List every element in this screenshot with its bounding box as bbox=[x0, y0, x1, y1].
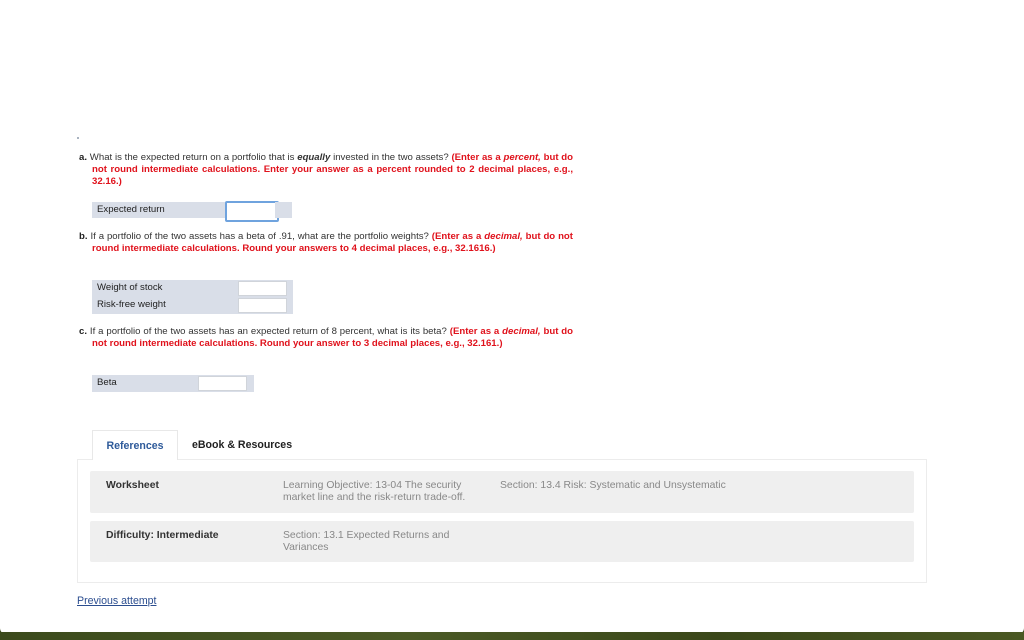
question-a-text-pre: What is the expected return on a portfol… bbox=[89, 152, 298, 163]
question-c-text: c. If a portfolio of the two assets has … bbox=[79, 326, 573, 350]
risk-free-weight-input[interactable] bbox=[238, 298, 287, 313]
instr-pre: (Enter as a bbox=[451, 152, 504, 163]
learning-objective-text: Learning Objective: 13-04 The security m… bbox=[283, 480, 466, 503]
instr-emph: percent, bbox=[503, 152, 541, 163]
question-c-label: c. bbox=[79, 326, 88, 337]
question-a-text-post: invested in the two assets? bbox=[330, 152, 452, 163]
answer-row-beta: Beta bbox=[92, 375, 254, 392]
question-b-text: b. If a portfolio of the two assets has … bbox=[79, 231, 573, 255]
page: a. What is the expected return on a port… bbox=[0, 0, 1024, 634]
desktop-background bbox=[0, 632, 1024, 640]
instr-emph: decimal, bbox=[484, 231, 523, 242]
instr-pre: (Enter as a bbox=[431, 231, 485, 242]
question-a-text: a. What is the expected return on a port… bbox=[79, 152, 573, 188]
reference-row-worksheet: Worksheet Learning Objective: 13-04 The … bbox=[90, 471, 914, 513]
question-a: a. What is the expected return on a port… bbox=[79, 152, 573, 188]
question-b-text-main: If a portfolio of the two assets has a b… bbox=[90, 231, 432, 242]
answer-table-a: Expected return bbox=[92, 202, 225, 218]
weight-of-stock-input[interactable] bbox=[238, 281, 287, 296]
answer-table-c: Beta bbox=[92, 375, 254, 392]
expected-return-input[interactable] bbox=[225, 201, 279, 222]
instr-emph: decimal, bbox=[502, 326, 541, 337]
answer-row-weight-of-stock: Weight of stock bbox=[92, 280, 293, 297]
question-b: b. If a portfolio of the two assets has … bbox=[79, 231, 573, 255]
section-text: Section: 13.1 Expected Returns and Varia… bbox=[283, 530, 450, 553]
previous-attempt-link[interactable]: Previous attempt bbox=[77, 595, 157, 607]
answer-row-expected-return: Expected return bbox=[92, 202, 225, 218]
reference-row-difficulty: Difficulty: Intermediate Section: 13.1 E… bbox=[90, 521, 914, 562]
tab-ebook-resources[interactable]: eBook & Resources bbox=[180, 430, 304, 460]
difficulty-label: Difficulty: Intermediate bbox=[106, 530, 219, 541]
section-text: Section: 13.4 Risk: Systematic and Unsys… bbox=[500, 480, 726, 491]
instr-pre: (Enter as a bbox=[449, 326, 503, 337]
beta-label: Beta bbox=[97, 377, 117, 388]
answer-row-risk-free-weight: Risk-free weight bbox=[92, 297, 293, 314]
bullet-marker bbox=[77, 137, 79, 139]
expected-return-label: Expected return bbox=[97, 204, 165, 215]
answer-table-b: Weight of stock Risk-free weight bbox=[92, 280, 293, 314]
unit-cell bbox=[275, 202, 292, 218]
reference-key: Worksheet bbox=[106, 480, 159, 491]
question-a-label: a. bbox=[79, 152, 88, 163]
risk-free-weight-label: Risk-free weight bbox=[97, 299, 166, 310]
beta-input[interactable] bbox=[198, 376, 247, 391]
question-c-text-main: If a portfolio of the two assets has an … bbox=[89, 326, 450, 337]
weight-of-stock-label: Weight of stock bbox=[97, 282, 163, 293]
question-b-label: b. bbox=[79, 231, 88, 242]
tab-references[interactable]: References bbox=[92, 430, 178, 460]
question-c: c. If a portfolio of the two assets has … bbox=[79, 326, 573, 350]
question-a-emphasis: equally bbox=[297, 152, 331, 163]
